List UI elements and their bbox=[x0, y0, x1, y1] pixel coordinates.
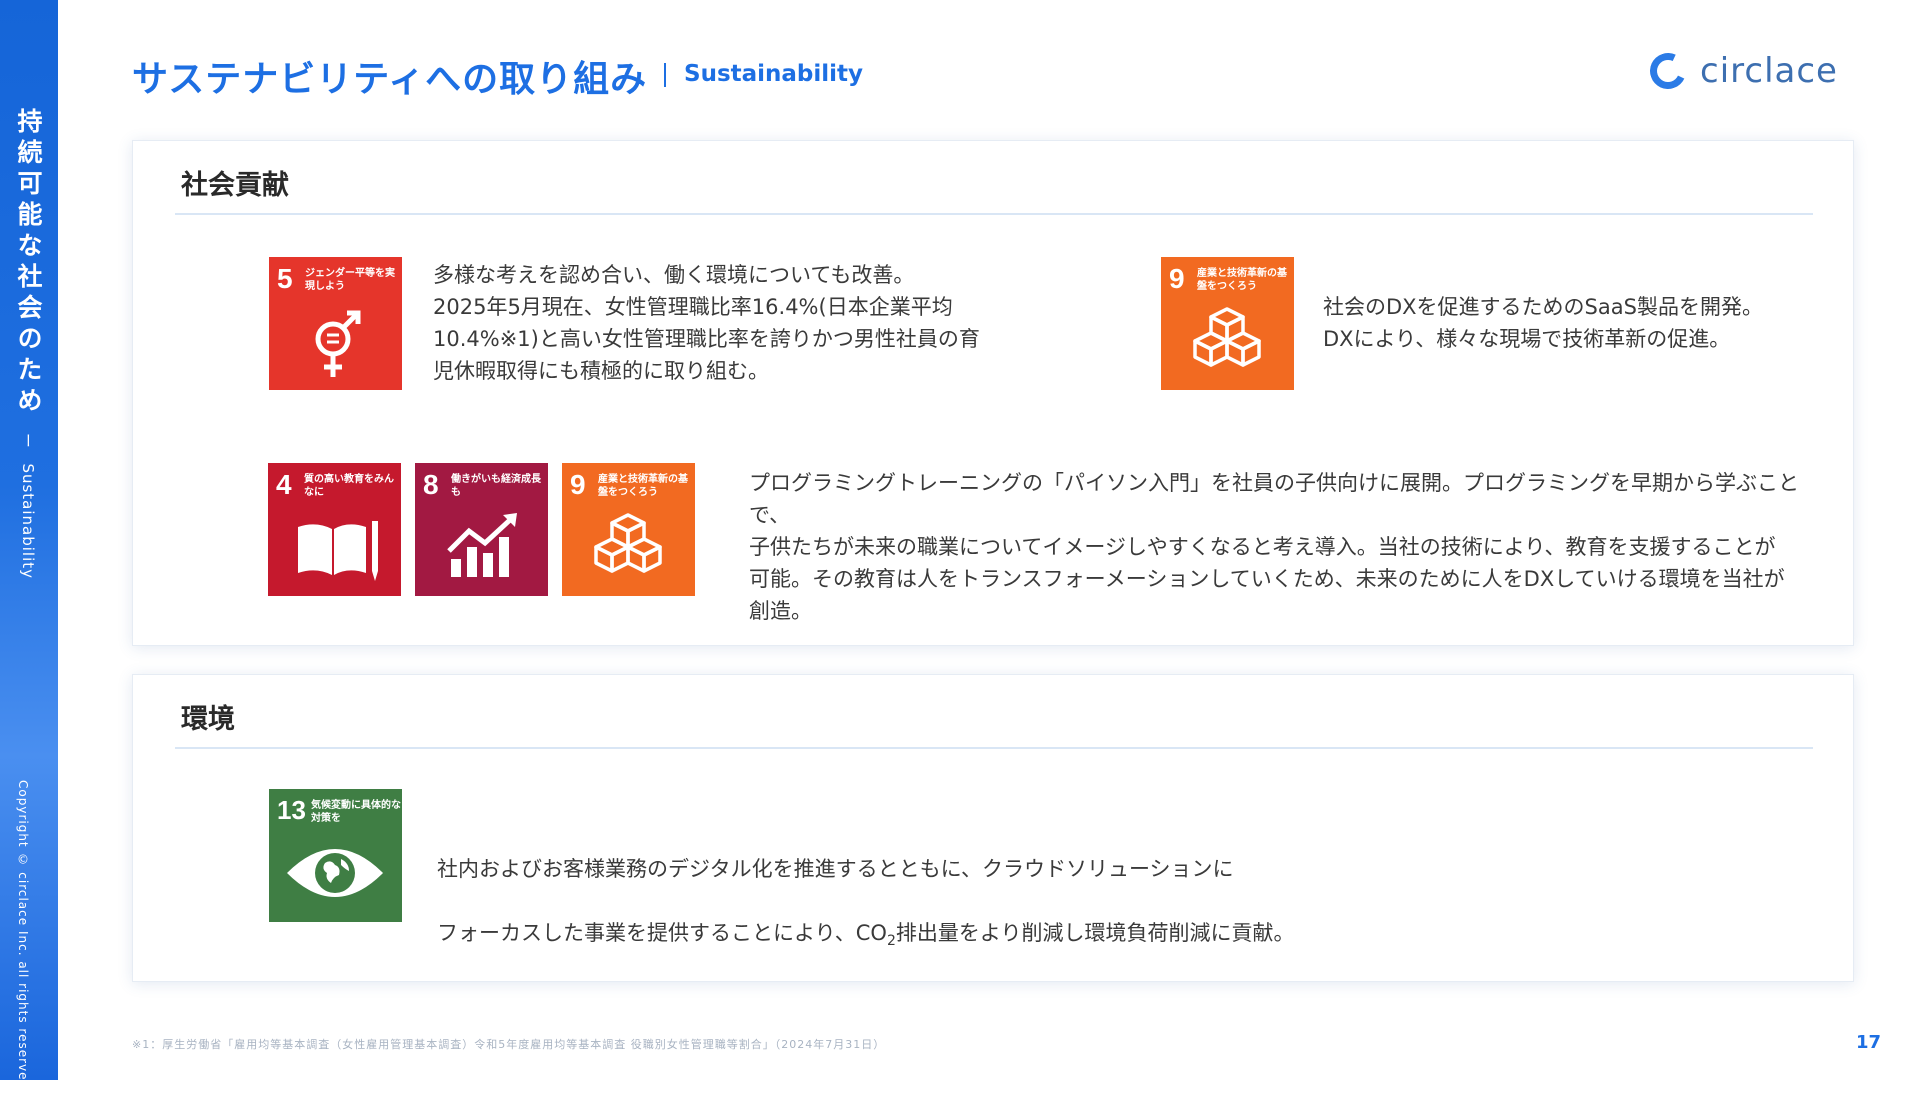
sidebar-title: 持続可能な社会のため ー Sustainability bbox=[12, 108, 46, 579]
gender-text: 多様な考えを認め合い、働く環境についても改善。 2025年5月現在、女性管理職比… bbox=[433, 263, 980, 383]
environment-text: 社内およびお客様業務のデジタル化を推進するとともに、クラウドソリューションに フ… bbox=[437, 821, 1537, 957]
footnote: ※1：厚生労働省「雇用均等基本調査（女性雇用管理基本調査）令和5年度雇用均等基本… bbox=[132, 1038, 886, 1051]
industry-cubes-icon bbox=[594, 513, 662, 573]
title-divider bbox=[664, 63, 666, 87]
gender-equality-icon bbox=[315, 310, 361, 377]
environment-text-line1: 社内およびお客様業務のデジタル化を推進するとともに、クラウドソリューションに bbox=[437, 857, 1234, 881]
environment-heading: 環境 bbox=[181, 704, 235, 735]
sdg-13-tile: 13 気候変動に具体的な対策を bbox=[269, 789, 402, 922]
sdg-9-tile: 9 産業と技術革新の基盤をつくろう bbox=[562, 463, 695, 596]
sidebar-title-text: 持続可能な社会のため bbox=[14, 108, 43, 418]
dx-text: 社会のDXを促進するためのSaaS製品を開発。 DXにより、様々な現場で技術革新… bbox=[1323, 295, 1763, 351]
sdg-8-tile: 8 働きがいも経済成長も bbox=[415, 463, 548, 596]
circlace-logo-icon bbox=[1644, 47, 1692, 95]
sdg-5-tile: 5 ジェンダー平等を実現しよう bbox=[269, 257, 402, 390]
environment-text-line2a: フォーカスした事業を提供することにより、CO bbox=[437, 921, 887, 945]
social-divider bbox=[175, 213, 1813, 215]
education-book-icon bbox=[298, 521, 378, 581]
growth-chart-icon bbox=[447, 513, 517, 577]
sidebar: 持続可能な社会のため ー Sustainability Copyright © … bbox=[0, 0, 58, 1094]
python-training-text: プログラミングトレーニングの「パイソン入門」を社員の子供向けに展開。プログラミン… bbox=[749, 471, 1799, 623]
company-logo: circlace bbox=[1644, 46, 1838, 96]
sidebar-subtitle: Sustainability bbox=[19, 463, 37, 580]
climate-eye-icon bbox=[287, 849, 383, 897]
page-number: 17 bbox=[1856, 1032, 1882, 1053]
social-contribution-card: 社会貢献 5 ジェンダー平等を実現しよう 多様な考えを認め合い、働く環境について… bbox=[132, 140, 1854, 646]
social-heading: 社会貢献 bbox=[181, 170, 289, 201]
co2-subscript: 2 bbox=[886, 933, 896, 950]
copyright-text: Copyright © circlace Inc. all rights res… bbox=[16, 780, 30, 1094]
page-title: サステナビリティへの取り組み bbox=[132, 59, 648, 100]
sidebar-separator: ー bbox=[19, 432, 37, 449]
environment-text-line2b: 排出量をより削減し環境負荷削減に貢献。 bbox=[895, 921, 1295, 945]
environment-divider bbox=[175, 747, 1813, 749]
sdg-4-tile: 4 質の高い教育をみんなに bbox=[268, 463, 401, 596]
environment-card: 環境 13 気候変動に具体的な対策を 社内およびお客様業務のデジタル化を推進する… bbox=[132, 674, 1854, 982]
page-subtitle: Sustainability bbox=[684, 61, 864, 87]
logo-text: circlace bbox=[1700, 51, 1838, 91]
industry-cubes-icon bbox=[1193, 307, 1261, 367]
sdg-9-tile: 9 産業と技術革新の基盤をつくろう bbox=[1161, 257, 1294, 390]
